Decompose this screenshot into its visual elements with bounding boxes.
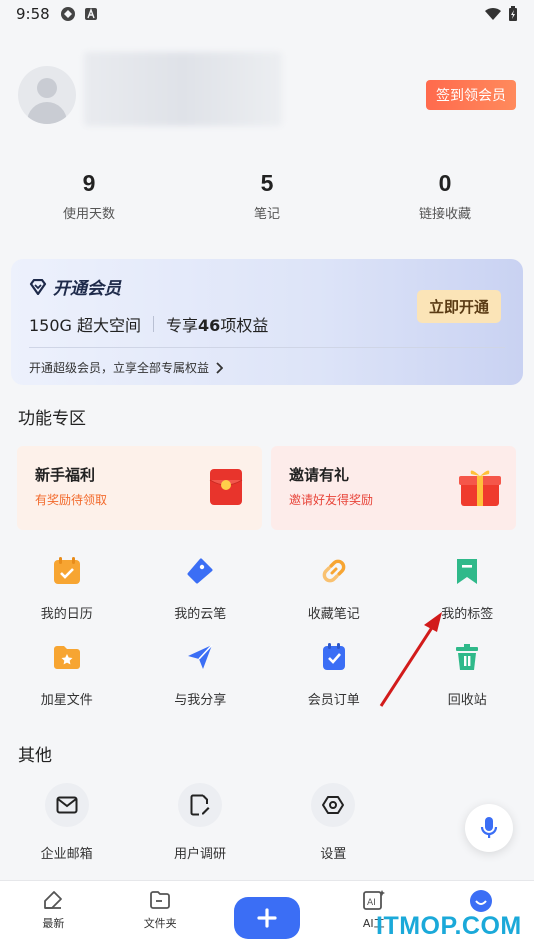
- my-tags-item[interactable]: 我的标签: [401, 555, 534, 622]
- order-icon: [322, 643, 345, 670]
- pen-tag-icon: [187, 558, 213, 584]
- avatar[interactable]: [18, 66, 76, 124]
- promo-subtitle: 邀请好友得奖励: [289, 493, 374, 507]
- settings-item[interactable]: 设置: [267, 783, 400, 862]
- status-time: 9:58: [16, 5, 50, 23]
- bookmark-icon: [457, 559, 478, 584]
- shared-with-me-item[interactable]: 与我分享: [134, 641, 268, 708]
- open-vip-button[interactable]: 立即开通: [416, 290, 501, 323]
- starred-files-item[interactable]: 加星文件: [0, 641, 134, 708]
- promo-title: 新手福利: [35, 466, 96, 484]
- user-survey-item[interactable]: 用户调研: [133, 783, 266, 862]
- signin-member-button[interactable]: 签到领会员: [426, 80, 516, 110]
- svg-text:AI: AI: [367, 898, 376, 908]
- link-icon: [322, 559, 346, 583]
- vip-title-text: 开通会员: [53, 279, 121, 299]
- vip-space: 150G 超大空间: [29, 316, 142, 335]
- stat-label: 链接收藏: [418, 207, 471, 222]
- vip-footer-link[interactable]: 开通超级会员，立享全部专属权益: [29, 359, 224, 376]
- stat-usage-days[interactable]: 9 使用天数: [0, 170, 178, 230]
- recent-icon: [44, 891, 63, 909]
- calendar-icon: [53, 557, 80, 584]
- vip-benefits-text: 专享46项权益: [166, 316, 269, 335]
- stat-value: 0: [438, 170, 452, 196]
- other-label: 企业邮箱: [40, 847, 93, 862]
- survey-icon: [190, 794, 210, 816]
- feature-label: 我的标签: [441, 607, 494, 622]
- feature-grid-row-2: 加星文件 与我分享 会员订单 回收站: [0, 641, 534, 708]
- stat-value: 5: [260, 170, 274, 196]
- vip-title: 开通会员: [29, 274, 121, 299]
- battery-icon: [509, 6, 517, 21]
- promo-title: 邀请有礼: [289, 466, 350, 484]
- stat-link-favorites[interactable]: 0 链接收藏: [356, 170, 534, 230]
- other-label: 设置: [320, 847, 347, 862]
- status-bar: 9:58: [0, 0, 534, 28]
- stat-label: 使用天数: [62, 207, 115, 222]
- create-button[interactable]: [233, 897, 300, 939]
- wifi-icon: [485, 7, 501, 20]
- my-calendar-item[interactable]: 我的日历: [0, 555, 134, 622]
- username-blurred: [84, 52, 282, 126]
- other-section-title: 其他: [18, 746, 52, 766]
- member-orders-item[interactable]: 会员订单: [267, 641, 401, 708]
- promo-subtitle: 有奖励待领取: [35, 493, 108, 507]
- plus-icon: [257, 908, 277, 928]
- tab-label: 最新: [42, 917, 65, 930]
- other-grid: 企业邮箱 用户调研 设置: [0, 783, 400, 862]
- a-notification-icon: [84, 8, 97, 20]
- me-icon: [469, 890, 492, 912]
- send-icon: [188, 644, 213, 669]
- stat-label: 笔记: [253, 207, 280, 222]
- recycle-bin-item[interactable]: 回收站: [401, 641, 534, 708]
- feature-label: 会员订单: [307, 693, 360, 708]
- gift-box-icon: [459, 470, 501, 506]
- divider: [29, 347, 505, 348]
- stat-value: 9: [82, 170, 96, 196]
- invite-reward-card[interactable]: 邀请有礼 邀请好友得奖励: [271, 446, 516, 530]
- stat-notes[interactable]: 5 笔记: [178, 170, 356, 230]
- settings-icon: [322, 796, 345, 814]
- feature-label: 与我分享: [174, 693, 227, 708]
- feature-label: 收藏笔记: [307, 607, 360, 622]
- newbie-benefit-card[interactable]: 新手福利 有奖励待领取: [17, 446, 262, 530]
- mail-icon: [56, 796, 78, 814]
- stats-row: 9 使用天数 5 笔记 0 链接收藏: [0, 170, 534, 230]
- feature-label: 加星文件: [40, 693, 93, 708]
- tab-recent[interactable]: 最新: [0, 881, 107, 950]
- vip-benefits: 150G 超大空间 专享46项权益: [29, 312, 268, 336]
- tab-folders[interactable]: 文件夹: [107, 881, 214, 950]
- feature-label: 我的日历: [40, 607, 93, 622]
- star-folder-icon: [53, 646, 80, 669]
- vip-card[interactable]: 开通会员 150G 超大空间 专享46项权益 立即开通 开通超级会员，立享全部专…: [11, 259, 523, 385]
- tab-create[interactable]: [214, 881, 321, 950]
- trash-icon: [456, 644, 479, 670]
- red-envelope-icon: [209, 469, 243, 505]
- favorite-notes-item[interactable]: 收藏笔记: [267, 555, 401, 622]
- profile-header: 签到领会员: [18, 52, 518, 126]
- chevron-right-icon: [216, 361, 224, 374]
- microphone-icon: [480, 817, 498, 838]
- tab-label: 文件夹: [143, 917, 177, 930]
- app-notification-icon: [60, 7, 75, 21]
- vip-footer-text: 开通超级会员，立享全部专属权益: [29, 361, 210, 375]
- folder-icon: [150, 891, 171, 909]
- enterprise-mail-item[interactable]: 企业邮箱: [0, 783, 133, 862]
- watermark-text: ITMOP.COM: [376, 912, 522, 940]
- feature-grid-row-1: 我的日历 我的云笔 收藏笔记 我的标签: [0, 555, 534, 622]
- feature-label: 回收站: [447, 693, 487, 708]
- ai-icon: AI: [362, 890, 385, 910]
- feature-label: 我的云笔: [174, 607, 227, 622]
- voice-input-button[interactable]: [465, 804, 513, 852]
- my-cloud-pen-item[interactable]: 我的云笔: [134, 555, 268, 622]
- other-label: 用户调研: [173, 847, 226, 862]
- features-section-title: 功能专区: [18, 409, 86, 429]
- diamond-icon: [29, 278, 47, 295]
